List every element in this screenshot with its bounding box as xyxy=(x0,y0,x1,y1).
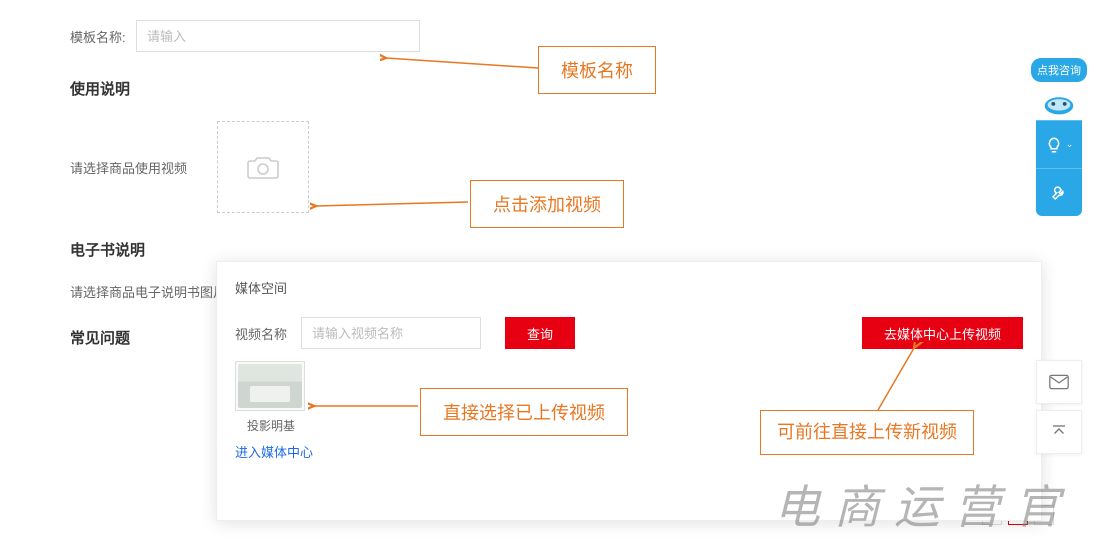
tool-button[interactable] xyxy=(1036,168,1082,216)
upload-video-box[interactable] xyxy=(217,121,309,213)
media-search-input[interactable] xyxy=(301,317,481,349)
media-search-label: 视频名称 xyxy=(235,324,287,343)
media-item[interactable]: 投影明基 xyxy=(235,361,307,434)
mail-button[interactable] xyxy=(1036,360,1082,404)
consult-widget: 点我咨询 ⌄ xyxy=(1036,58,1082,216)
annotation-add-video: 点击添加视频 xyxy=(470,180,624,228)
consult-bubble[interactable]: 点我咨询 xyxy=(1031,58,1087,82)
media-caption: 投影明基 xyxy=(235,417,307,434)
camera-icon xyxy=(247,154,279,180)
scroll-top-button[interactable] xyxy=(1036,410,1082,454)
media-modal: 媒体空间 视频名称 查询 去媒体中心上传视频 投影明基 进入媒体中心 xyxy=(216,261,1042,521)
ebook-section-title: 电子书说明 xyxy=(70,239,1054,260)
media-center-link[interactable]: 进入媒体中心 xyxy=(235,442,313,461)
ebook-image-label: 请选择商品电子说明书图片 xyxy=(70,282,226,301)
annotation-select-uploaded: 直接选择已上传视频 xyxy=(420,388,628,436)
annotation-template-name: 模板名称 xyxy=(538,46,656,94)
template-name-input[interactable] xyxy=(136,20,420,52)
media-upload-button[interactable]: 去媒体中心上传视频 xyxy=(862,317,1023,349)
chevron-down-icon: ⌄ xyxy=(1066,139,1074,150)
annotation-goto-upload: 可前往直接上传新视频 xyxy=(760,410,974,455)
usage-video-label: 请选择商品使用视频 xyxy=(70,158,187,177)
media-thumbnail[interactable] xyxy=(235,361,305,411)
media-modal-title: 媒体空间 xyxy=(235,278,1023,297)
media-query-button[interactable]: 查询 xyxy=(505,317,575,349)
dolphin-icon xyxy=(1040,88,1078,116)
help-tip-button[interactable]: ⌄ xyxy=(1036,120,1082,168)
float-secondary xyxy=(1036,360,1082,460)
template-name-label: 模板名称: xyxy=(70,27,130,46)
